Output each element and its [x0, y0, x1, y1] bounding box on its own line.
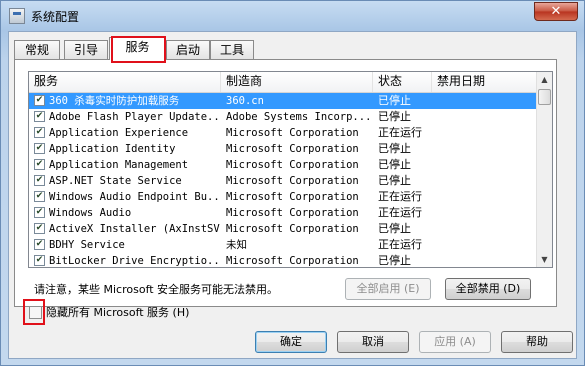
scroll-down-icon[interactable]: ▼	[538, 252, 551, 267]
column-header-vendor[interactable]: 制造商	[221, 72, 373, 92]
enable-all-button[interactable]: 全部启用 (E)	[345, 278, 431, 300]
service-name: Application Identity	[49, 143, 176, 155]
service-checkbox[interactable]: ✔	[34, 191, 45, 202]
title-bar[interactable]: 系统配置 ✕	[1, 1, 584, 31]
service-vendor: Microsoft Corporation	[226, 207, 359, 219]
service-row[interactable]: ✔ BDHY Service 未知 正在运行	[29, 237, 538, 253]
service-row[interactable]: ✔ Application Identity Microsoft Corporati…	[29, 141, 538, 157]
service-checkbox[interactable]: ✔	[34, 223, 45, 234]
service-status: 已停止	[378, 254, 411, 267]
list-header: 服务 制造商 状态 禁用日期	[29, 72, 538, 93]
column-header-status[interactable]: 状态	[373, 72, 432, 92]
service-status: 正在运行	[378, 190, 422, 203]
scroll-thumb[interactable]	[538, 89, 551, 105]
service-name: Windows Audio Endpoint Bu...	[49, 191, 221, 203]
tab-4[interactable]: 工具	[210, 40, 254, 59]
service-checkbox[interactable]: ✔	[34, 239, 45, 250]
service-row[interactable]: ✔ Windows Audio Endpoint Bu... Microsoft C…	[29, 189, 538, 205]
service-row[interactable]: ✔ Application Experience Microsoft Corpora…	[29, 125, 538, 141]
hide-microsoft-services-label[interactable]: 隐藏所有 Microsoft 服务 (H)	[46, 304, 189, 320]
service-row[interactable]: ✔ Application Management Microsoft Corpora…	[29, 157, 538, 173]
service-row[interactable]: ✔ ASP.NET State Service Microsoft Corporat…	[29, 173, 538, 189]
service-checkbox[interactable]: ✔	[34, 207, 45, 218]
service-row[interactable]: ✔ Adobe Flash Player Update... Adobe Syste…	[29, 109, 538, 125]
service-vendor: Microsoft Corporation	[226, 143, 359, 155]
service-name: BitLocker Drive Encryptio...	[49, 255, 221, 267]
service-status: 已停止	[378, 94, 411, 107]
disable-all-button[interactable]: 全部禁用 (D)	[445, 278, 531, 300]
service-checkbox[interactable]: ✔	[34, 143, 45, 154]
service-checkbox[interactable]: ✔	[34, 127, 45, 138]
service-checkbox[interactable]: ✔	[34, 255, 45, 266]
tab-3[interactable]: 启动	[166, 40, 210, 59]
service-checkbox[interactable]: ✔	[34, 159, 45, 170]
service-vendor: Adobe Systems Incorp...	[226, 111, 372, 123]
service-name: Application Experience	[49, 127, 189, 139]
vertical-scrollbar[interactable]: ▲ ▼	[536, 72, 552, 267]
column-header-disabled-date[interactable]: 禁用日期	[432, 72, 538, 92]
service-vendor: 未知	[226, 239, 247, 251]
security-note: 请注意，某些 Microsoft 安全服务可能无法禁用。	[34, 283, 279, 296]
cancel-button[interactable]: 取消	[337, 331, 409, 353]
service-vendor: Microsoft Corporation	[226, 255, 359, 267]
services-list[interactable]: 服务 制造商 状态 禁用日期 ✔ 360 杀毒实时防护加载服务 360.cn 已停止 ✔…	[28, 71, 553, 268]
service-vendor: Microsoft Corporation	[226, 159, 359, 171]
service-name: 360 杀毒实时防护加载服务	[49, 95, 180, 107]
service-vendor: Microsoft Corporation	[226, 223, 359, 235]
help-button[interactable]: 帮助	[501, 331, 573, 353]
ok-button[interactable]: 确定	[255, 331, 327, 353]
service-row[interactable]: ✔ ActiveX Installer (AxInstSV) Microsoft C…	[29, 221, 538, 237]
tab-1[interactable]: 引导	[64, 40, 108, 59]
apply-button[interactable]: 应用 (A)	[419, 331, 491, 353]
service-name: BDHY Service	[49, 239, 125, 251]
service-status: 已停止	[378, 110, 411, 123]
service-name: ASP.NET State Service	[49, 175, 182, 187]
service-status: 已停止	[378, 158, 411, 171]
service-name: ActiveX Installer (AxInstSV)	[49, 223, 221, 235]
service-vendor: Microsoft Corporation	[226, 175, 359, 187]
window-title: 系统配置	[31, 10, 80, 24]
service-checkbox[interactable]: ✔	[34, 111, 45, 122]
hide-microsoft-services-checkbox[interactable]	[29, 306, 42, 319]
service-row[interactable]: ✔ 360 杀毒实时防护加载服务 360.cn 已停止	[29, 93, 538, 109]
tab-0[interactable]: 常规	[14, 40, 60, 59]
service-vendor: 360.cn	[226, 95, 264, 107]
close-button[interactable]: ✕	[534, 2, 578, 21]
service-name: Windows Audio	[49, 207, 132, 219]
scroll-up-icon[interactable]: ▲	[538, 72, 551, 87]
service-status: 正在运行	[378, 238, 422, 251]
service-status: 正在运行	[378, 126, 422, 139]
service-vendor: Microsoft Corporation	[226, 191, 359, 203]
service-status: 已停止	[378, 222, 411, 235]
service-checkbox[interactable]: ✔	[34, 95, 45, 106]
tab-2[interactable]: 服务	[109, 37, 166, 60]
service-status: 正在运行	[378, 206, 422, 219]
service-name: Application Management	[49, 159, 189, 171]
service-row[interactable]: ✔ BitLocker Drive Encryptio... Microsoft C…	[29, 253, 538, 267]
column-header-service[interactable]: 服务	[29, 72, 221, 92]
service-name: Adobe Flash Player Update...	[49, 111, 221, 123]
system-config-window: 系统配置 ✕ 常规 引导 服务 启动 工具 服务 制造商 状态 禁用日期 ✔ 360 杀毒…	[0, 0, 585, 366]
service-checkbox[interactable]: ✔	[34, 175, 45, 186]
service-status: 已停止	[378, 142, 411, 155]
service-status: 已停止	[378, 174, 411, 187]
app-icon	[9, 8, 25, 24]
service-vendor: Microsoft Corporation	[226, 127, 359, 139]
service-row[interactable]: ✔ Windows Audio Microsoft Corporation 正在运行	[29, 205, 538, 221]
